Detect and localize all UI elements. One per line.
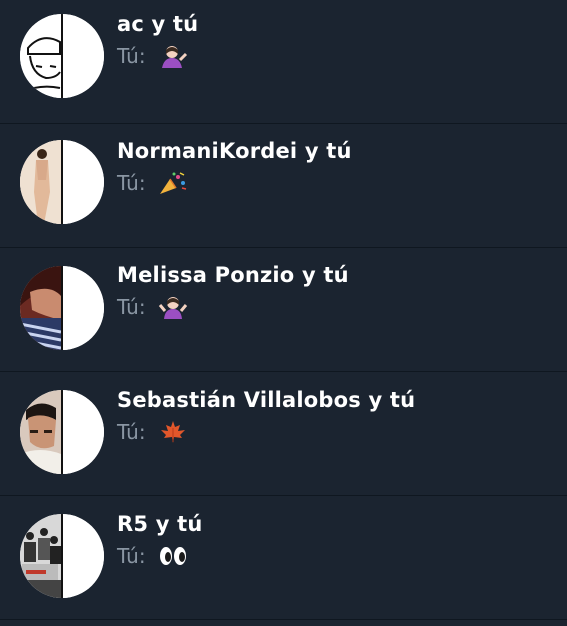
party-popper-emoji bbox=[158, 171, 188, 195]
avatar-photo-left bbox=[20, 266, 61, 350]
preview-prefix: Tú: bbox=[117, 420, 146, 444]
preview-prefix: Tú: bbox=[117, 295, 146, 319]
avatar-photo-right bbox=[63, 140, 104, 224]
preview-prefix: Tú: bbox=[117, 171, 146, 195]
conversation-row[interactable]: R5 y tú Tú: bbox=[0, 496, 567, 620]
avatar-photo-left bbox=[20, 14, 61, 98]
avatar-photo-right bbox=[63, 390, 104, 474]
group-avatar bbox=[20, 390, 104, 474]
conversation-name: ac y tú bbox=[117, 12, 199, 36]
message-preview: Tú: bbox=[117, 44, 188, 68]
message-preview: Tú: bbox=[117, 420, 188, 444]
avatar-photo-left bbox=[20, 514, 61, 598]
conversation-row[interactable]: Sebastián Villalobos y tú Tú: bbox=[0, 372, 567, 496]
eyes-emoji bbox=[158, 544, 188, 568]
conversation-name: Sebastián Villalobos y tú bbox=[117, 388, 416, 412]
conversation-name: Melissa Ponzio y tú bbox=[117, 263, 349, 287]
conversation-name: R5 y tú bbox=[117, 512, 203, 536]
message-preview: Tú: bbox=[117, 295, 188, 319]
group-avatar bbox=[20, 266, 104, 350]
conversation-row[interactable]: ac y tú Tú: bbox=[0, 0, 567, 124]
avatar-photo-right bbox=[63, 266, 104, 350]
conversation-row[interactable]: NormaniKordei y tú Tú: bbox=[0, 124, 567, 248]
maple-leaf-emoji bbox=[158, 420, 188, 444]
conversation-name: NormaniKordei y tú bbox=[117, 139, 352, 163]
person-tipping-hand-emoji bbox=[158, 44, 188, 68]
group-avatar bbox=[20, 14, 104, 98]
preview-prefix: Tú: bbox=[117, 44, 146, 68]
avatar-photo-left bbox=[20, 140, 61, 224]
group-avatar bbox=[20, 514, 104, 598]
message-preview: Tú: bbox=[117, 171, 188, 195]
avatar-photo-left bbox=[20, 390, 61, 474]
conversation-list: ac y tú Tú: NormaniKordei y tú Tú: Melis… bbox=[0, 0, 567, 626]
avatar-photo-right bbox=[63, 514, 104, 598]
conversation-row[interactable]: Melissa Ponzio y tú Tú: bbox=[0, 248, 567, 372]
person-shrugging-emoji bbox=[158, 295, 188, 319]
group-avatar bbox=[20, 140, 104, 224]
avatar-photo-right bbox=[63, 14, 104, 98]
preview-prefix: Tú: bbox=[117, 544, 146, 568]
message-preview: Tú: bbox=[117, 544, 188, 568]
